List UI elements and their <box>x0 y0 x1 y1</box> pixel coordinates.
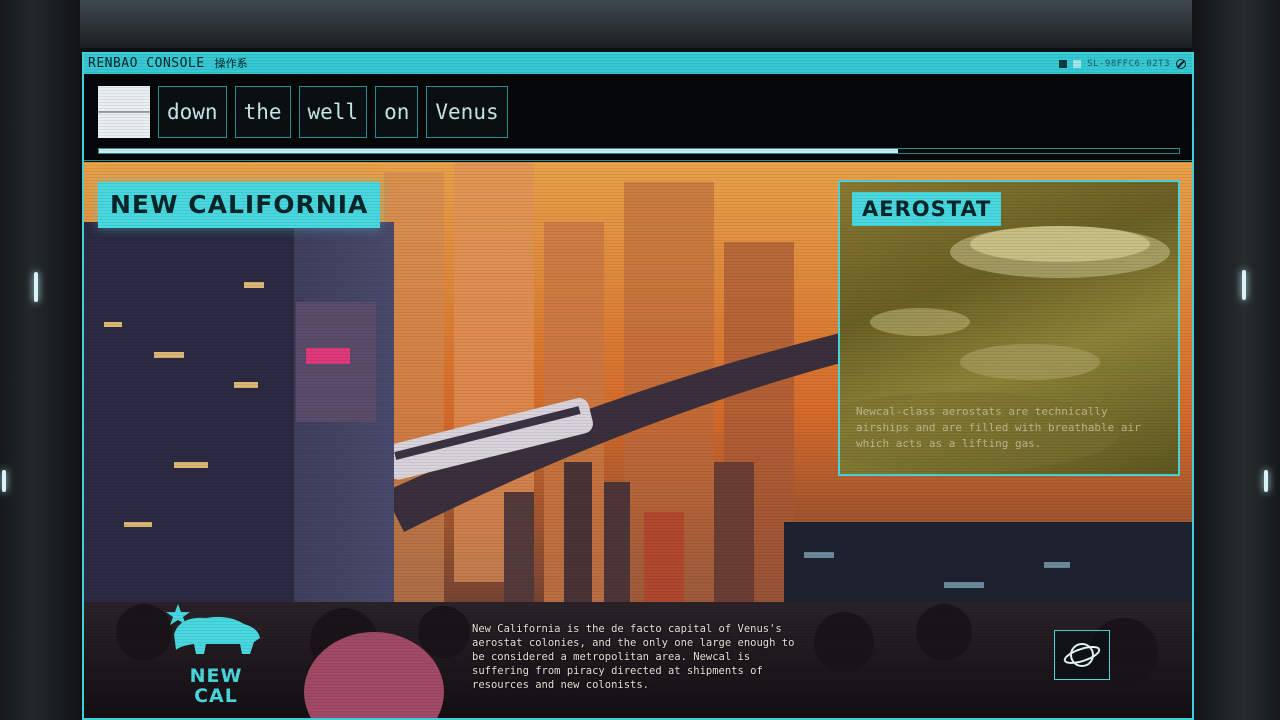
city-title: NEW CALIFORNIA <box>98 182 381 228</box>
monitor-left-bezel <box>0 0 80 720</box>
progress-fill <box>99 149 899 153</box>
divider <box>84 160 1192 161</box>
status-square-icon <box>1073 60 1082 68</box>
close-icon[interactable] <box>1176 59 1186 69</box>
emblem-line: NEW <box>189 665 243 687</box>
indicator-light <box>1242 270 1246 300</box>
bear-icon <box>166 604 260 654</box>
aerostat-info-panel: AEROSTAT Newcal-class aerostats are tech… <box>838 180 1180 476</box>
panel-description: Newcal-class aerostats are technically a… <box>856 405 1141 450</box>
indicator-light <box>1264 470 1268 492</box>
panel-title: AEROSTAT <box>852 192 1002 226</box>
word-navigation: down the well on Venus <box>98 86 508 138</box>
window-subtitle: 操作系 <box>214 57 248 70</box>
word-tab[interactable]: the <box>234 86 291 138</box>
city-description: New California is the de facto capital o… <box>472 623 795 691</box>
monitor-top-bezel <box>0 0 1280 48</box>
word-tab[interactable]: on <box>375 86 419 138</box>
word-tab[interactable]: Venus <box>426 86 508 138</box>
titlebar-controls: SL-98FFC6-02T3 <box>1059 54 1186 74</box>
status-square-icon <box>1059 60 1068 68</box>
status-readout: SL-98FFC6-02T3 <box>1087 59 1170 69</box>
console-screen: RENBAO CONSOLE 操作系 SL-98FFC6-02T3 down t… <box>82 52 1194 720</box>
word-tab[interactable]: well <box>298 86 368 138</box>
emblem-line: CAL <box>194 685 238 707</box>
console-logo-icon <box>98 86 150 138</box>
newcal-emblem: NEW CAL <box>166 594 266 718</box>
monitor-right-bezel <box>1192 0 1280 720</box>
window-title: RENBAO CONSOLE <box>88 56 205 71</box>
planet-icon <box>1063 643 1101 667</box>
indicator-light <box>2 470 6 492</box>
planet-button[interactable] <box>1054 630 1110 680</box>
word-tab[interactable]: down <box>158 86 227 138</box>
indicator-light <box>34 272 38 302</box>
progress-bar <box>98 148 1180 154</box>
emblem-text: NEW CAL <box>174 666 258 706</box>
window-titlebar: RENBAO CONSOLE 操作系 SL-98FFC6-02T3 <box>84 54 1192 74</box>
